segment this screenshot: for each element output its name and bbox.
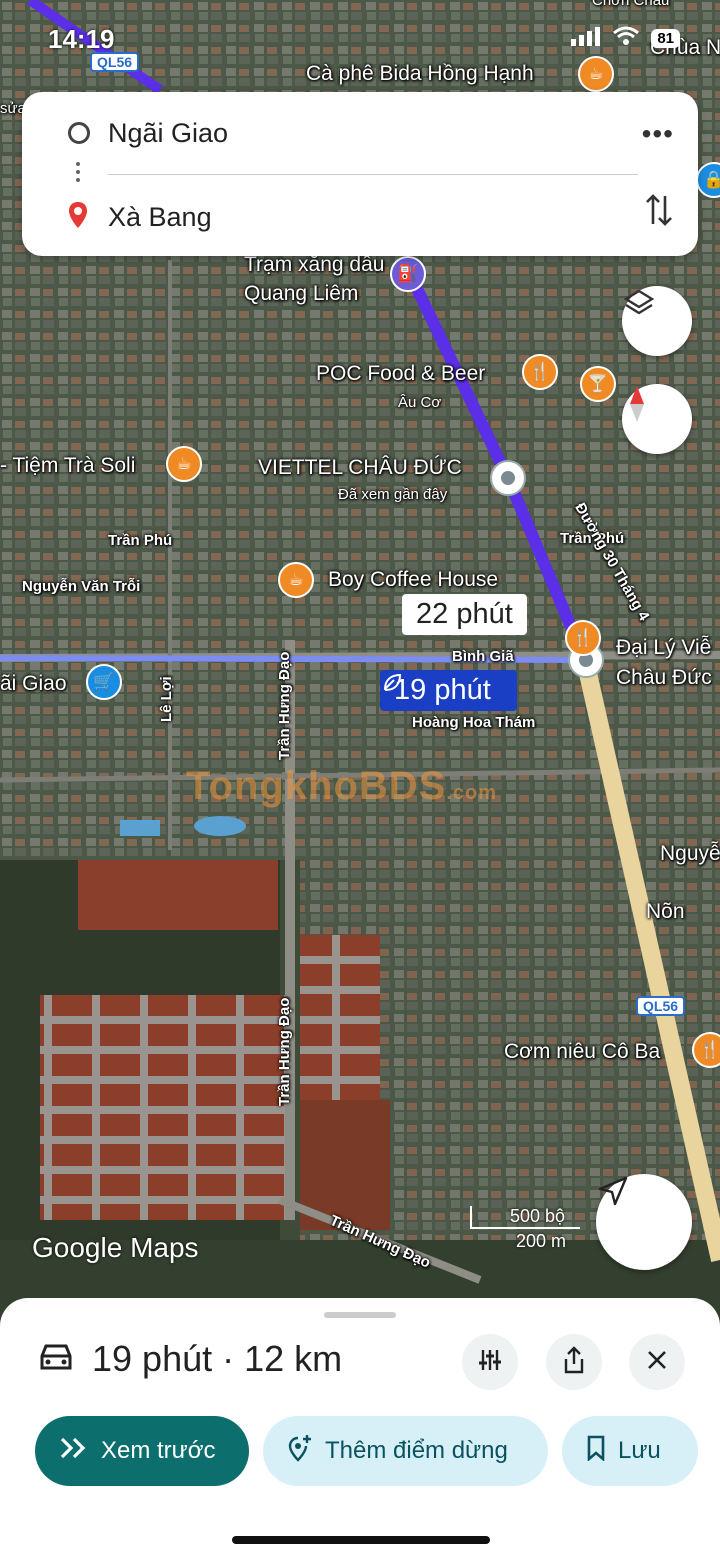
street-binh-gia: Bình Giã <box>452 648 514 665</box>
watermark: TongkhoBDS.com <box>186 764 498 808</box>
main-route-callout[interactable]: 19 phút <box>380 670 517 711</box>
poi-non[interactable]: Nõn <box>646 900 685 924</box>
battery-indicator: 81 <box>651 29 680 48</box>
poi-viettel-subtitle: Đã xem gần đây <box>338 486 448 503</box>
poi-tiem-tra[interactable]: - Tiệm Trà Soli <box>0 454 135 478</box>
shopping-cart-icon[interactable]: 🛒 <box>86 664 122 700</box>
poi-boy-coffee[interactable]: Boy Coffee House <box>328 568 498 592</box>
save-button[interactable]: Lưu <box>562 1416 698 1486</box>
poi-dai-ly[interactable]: Đại Lý Viễ <box>616 636 711 660</box>
preview-label: Xem trước <box>101 1437 216 1464</box>
highway-shield: QL56 <box>636 996 686 1016</box>
status-time: 14:19 <box>48 24 115 54</box>
share-icon <box>561 1345 587 1379</box>
restaurant-icon[interactable]: 🍴 <box>565 620 601 656</box>
origin-row[interactable]: Ngãi Giao <box>22 98 698 168</box>
poi-tram-xang-1[interactable]: Trạm xăng dầu <box>244 253 384 277</box>
origin-field[interactable]: Ngãi Giao <box>108 118 228 149</box>
street-nguyen-van-troi: Nguyễn Văn Trỗi <box>22 578 141 595</box>
route-options-button[interactable] <box>462 1334 518 1390</box>
bookmark-icon <box>586 1435 606 1468</box>
divider <box>108 174 638 175</box>
poi-poc-food[interactable]: POC Food & Beer <box>316 362 485 386</box>
street-tran-hung-dao: Trần Hưng Đạo <box>276 651 293 760</box>
status-bar: 14:19 81 <box>0 0 720 80</box>
destination-field[interactable]: Xà Bang <box>108 202 212 233</box>
restaurant-icon[interactable]: 🍴 <box>522 354 558 390</box>
street-tran-phu: Trần Phú <box>108 532 173 549</box>
close-button[interactable] <box>629 1334 685 1390</box>
add-stop-button[interactable]: Thêm điểm dừng <box>263 1416 548 1486</box>
car-icon <box>38 1342 74 1377</box>
double-chevron-right-icon <box>59 1436 89 1467</box>
cafe-icon[interactable]: ☕ <box>166 446 202 482</box>
swap-icon[interactable] <box>644 192 674 233</box>
street-hoang-hoa-tham: Hoàng Hoa Thám <box>412 714 536 731</box>
location-pin-icon <box>66 200 90 235</box>
route-bottom-sheet: 19 phút · 12 km Xem trước Thêm điểm dừng… <box>0 1298 720 1559</box>
my-location-button[interactable] <box>596 1174 692 1270</box>
poi-nguye[interactable]: Nguyễ <box>660 842 720 866</box>
poi-viettel[interactable]: VIETTEL CHÂU ĐỨC <box>258 456 462 480</box>
street-tran-hung-dao: Trần Hưng Đạo <box>276 997 293 1106</box>
drag-handle[interactable] <box>324 1312 396 1318</box>
home-indicator[interactable] <box>232 1536 490 1544</box>
route-search-card: Ngãi Giao Xà Bang ••• <box>22 92 698 256</box>
route-summary-text: 19 phút · 12 km <box>92 1338 343 1379</box>
destination-row[interactable]: Xà Bang <box>22 182 698 252</box>
main-route-time: 19 phút <box>394 674 491 706</box>
origin-circle-icon <box>68 122 90 144</box>
layers-button[interactable] <box>622 286 692 356</box>
close-icon <box>646 1349 668 1376</box>
street-le-loi: Lê Lợi <box>158 676 175 722</box>
sliders-icon <box>477 1347 503 1378</box>
alt-route-time: 22 phút <box>416 598 513 630</box>
poi-com-nieu[interactable]: Cơm niêu Cô Ba <box>504 1040 660 1064</box>
compass-button[interactable] <box>622 384 692 454</box>
poi-ngai-giao[interactable]: ãi Giao <box>0 672 67 696</box>
route-summary: 19 phút · 12 km <box>38 1338 342 1380</box>
status-icons: 81 <box>571 26 680 51</box>
scale-bar: 500 bộ 200 m <box>470 1206 580 1252</box>
add-location-icon <box>287 1433 313 1470</box>
wifi-icon <box>613 26 640 51</box>
signal-icon <box>571 26 601 51</box>
poi-dai-ly-line2: Châu Đức <box>616 666 712 689</box>
bar-icon[interactable]: 🍸 <box>580 366 616 402</box>
cafe-icon[interactable]: ☕ <box>278 562 314 598</box>
alt-route-callout[interactable]: 22 phút <box>402 594 527 635</box>
more-options-button[interactable]: ••• <box>642 118 674 150</box>
save-label: Lưu <box>618 1437 661 1464</box>
poi-tram-xang-2[interactable]: Quang Liêm <box>244 282 358 306</box>
preview-button[interactable]: Xem trước <box>35 1416 249 1486</box>
add-stop-label: Thêm điểm dừng <box>325 1437 508 1464</box>
google-maps-logo: Google Maps <box>32 1232 199 1263</box>
restaurant-icon[interactable]: 🍴 <box>692 1032 720 1068</box>
gas-station-icon[interactable]: ⛽ <box>390 256 426 292</box>
share-button[interactable] <box>546 1334 602 1390</box>
street-au-co: Âu Cơ <box>398 394 442 411</box>
